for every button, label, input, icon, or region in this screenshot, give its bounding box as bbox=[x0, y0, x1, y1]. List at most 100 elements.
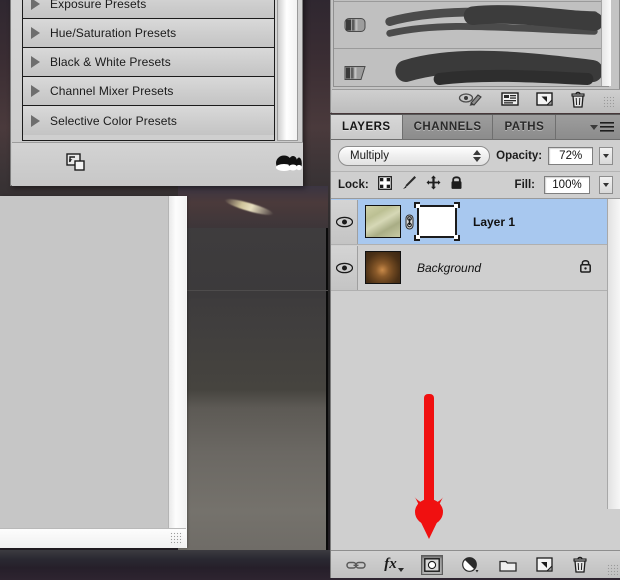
lock-label: Lock: bbox=[338, 179, 369, 191]
lock-image-pixels-icon[interactable] bbox=[401, 175, 417, 195]
layer-name[interactable]: Background bbox=[417, 261, 481, 275]
list-item[interactable]: Channel Mixer Presets bbox=[23, 77, 274, 106]
list-item[interactable] bbox=[334, 49, 608, 86]
new-layer-icon bbox=[535, 557, 553, 572]
lock-transparent-pixels-icon[interactable] bbox=[377, 175, 392, 195]
triangle-right-icon[interactable] bbox=[31, 27, 40, 39]
hamburger-icon bbox=[600, 122, 614, 132]
triangle-right-icon[interactable] bbox=[31, 56, 40, 68]
chevron-down-icon bbox=[590, 124, 598, 130]
tab-channels[interactable]: CHANNELS bbox=[402, 115, 494, 139]
chevron-down-icon bbox=[603, 183, 609, 187]
tab-filler bbox=[556, 115, 590, 139]
layer-visibility-toggle[interactable] bbox=[331, 245, 358, 290]
window-resize-grip[interactable] bbox=[170, 532, 183, 545]
table-row[interactable]: Layer 1 bbox=[331, 199, 620, 245]
new-brush-icon[interactable] bbox=[536, 91, 553, 112]
layer-name[interactable]: Layer 1 bbox=[473, 215, 515, 229]
red-down-arrow bbox=[410, 392, 450, 540]
delete-brush-icon[interactable] bbox=[570, 91, 586, 113]
chain-link-icon bbox=[346, 561, 366, 569]
document-horizon-line bbox=[178, 290, 328, 291]
link-mask-icon[interactable] bbox=[401, 214, 417, 230]
delete-layer-button[interactable] bbox=[569, 555, 591, 575]
document-canvas bbox=[178, 186, 328, 556]
new-layer-button[interactable] bbox=[533, 555, 555, 575]
mask-selected-corner bbox=[454, 202, 460, 208]
add-layer-mask-button[interactable] bbox=[421, 554, 443, 575]
layer-visibility-toggle[interactable] bbox=[331, 199, 358, 244]
brushes-footer bbox=[332, 89, 620, 113]
list-item[interactable]: Black & White Presets bbox=[23, 48, 274, 77]
left-window-statusbar bbox=[0, 528, 186, 548]
half-filled-circle-icon bbox=[461, 556, 478, 572]
preset-label: Hue/Saturation Presets bbox=[50, 26, 177, 40]
blend-mode-value: Multiply bbox=[350, 149, 389, 162]
left-window-scrollbar[interactable] bbox=[168, 196, 186, 528]
list-item[interactable]: Selective Color Presets bbox=[23, 106, 274, 135]
layer-list: Layer 1 Background bbox=[331, 198, 620, 509]
blend-mode-select[interactable]: Multiply bbox=[338, 145, 491, 166]
blend-mode-row: Multiply Opacity: 72% bbox=[331, 140, 620, 171]
add-layer-style-button[interactable]: fx bbox=[381, 555, 407, 575]
tab-paths[interactable]: PATHS bbox=[493, 115, 557, 139]
fill-input[interactable]: 100% bbox=[544, 176, 590, 194]
brushes-panel bbox=[330, 0, 620, 113]
preset-label: Exposure Presets bbox=[50, 0, 147, 11]
arrow-up-icon bbox=[473, 149, 482, 155]
lock-position-icon[interactable] bbox=[426, 175, 441, 195]
chevron-down-icon bbox=[603, 153, 610, 158]
mask-selected-corner bbox=[454, 235, 460, 241]
left-window bbox=[0, 196, 186, 548]
opacity-dropdown-button[interactable] bbox=[599, 146, 613, 165]
list-item[interactable]: Hue/Saturation Presets bbox=[23, 19, 274, 48]
brushes-list bbox=[333, 0, 609, 87]
arrow-down-icon bbox=[473, 156, 482, 162]
tab-layers[interactable]: LAYERS bbox=[331, 115, 403, 139]
preset-label: Black & White Presets bbox=[50, 55, 171, 69]
link-layers-button[interactable] bbox=[345, 555, 367, 575]
fill-dropdown-button[interactable] bbox=[599, 176, 613, 194]
presets-scrollbar[interactable] bbox=[277, 0, 298, 141]
panel-menu-icon[interactable] bbox=[590, 115, 620, 139]
add-layer-mask-icon bbox=[424, 557, 440, 572]
opacity-input[interactable]: 72% bbox=[548, 146, 594, 165]
list-item[interactable] bbox=[334, 2, 608, 49]
screenshot-root: Exposure Presets Hue/Saturation Presets … bbox=[0, 0, 620, 580]
trash-icon bbox=[573, 556, 587, 573]
presets-panel: Exposure Presets Hue/Saturation Presets … bbox=[10, 0, 303, 186]
chevron-down-icon bbox=[397, 567, 404, 572]
mask-selected-corner bbox=[414, 202, 420, 208]
presets-list: Exposure Presets Hue/Saturation Presets … bbox=[22, 0, 275, 141]
fx-icon: fx bbox=[384, 556, 397, 572]
layer-list-scrollbar[interactable] bbox=[607, 199, 620, 509]
layers-panel: LAYERS CHANNELS PATHS Multiply Opacity: … bbox=[330, 114, 620, 578]
updown-stepper-icon[interactable] bbox=[473, 149, 482, 162]
panel-tab-strip: LAYERS CHANNELS PATHS bbox=[331, 115, 620, 140]
brushes-scrollbar[interactable] bbox=[601, 0, 611, 86]
toggle-brush-preview-icon[interactable] bbox=[458, 91, 484, 112]
folder-icon bbox=[499, 560, 517, 572]
new-adjustment-layer-button[interactable] bbox=[457, 555, 483, 575]
table-row[interactable]: Background bbox=[331, 245, 620, 291]
new-group-button[interactable] bbox=[497, 555, 519, 575]
mask-selected-corner bbox=[414, 235, 420, 241]
triangle-right-icon[interactable] bbox=[31, 114, 40, 127]
layer-thumbnail[interactable] bbox=[365, 251, 401, 284]
triangle-right-icon[interactable] bbox=[31, 0, 40, 10]
lock-row: Lock: Fill: 100% bbox=[331, 171, 620, 198]
triangle-right-icon[interactable] bbox=[31, 85, 40, 97]
padlock-icon bbox=[579, 258, 592, 278]
brush-presets-icon[interactable] bbox=[501, 91, 519, 112]
layer-thumbnail[interactable] bbox=[365, 205, 401, 238]
layer-mask-thumbnail[interactable] bbox=[414, 202, 460, 241]
panel-resize-grip[interactable] bbox=[607, 564, 618, 575]
fill-label: Fill: bbox=[514, 179, 535, 191]
new-set-icon[interactable] bbox=[66, 153, 88, 173]
brush-blob-icon[interactable] bbox=[274, 153, 304, 173]
brush-tag-rounded-icon bbox=[344, 18, 366, 33]
lock-all-icon[interactable] bbox=[450, 175, 463, 195]
panel-resize-grip[interactable] bbox=[603, 96, 614, 107]
list-item[interactable]: Exposure Presets bbox=[23, 0, 274, 19]
presets-footer bbox=[12, 142, 303, 186]
